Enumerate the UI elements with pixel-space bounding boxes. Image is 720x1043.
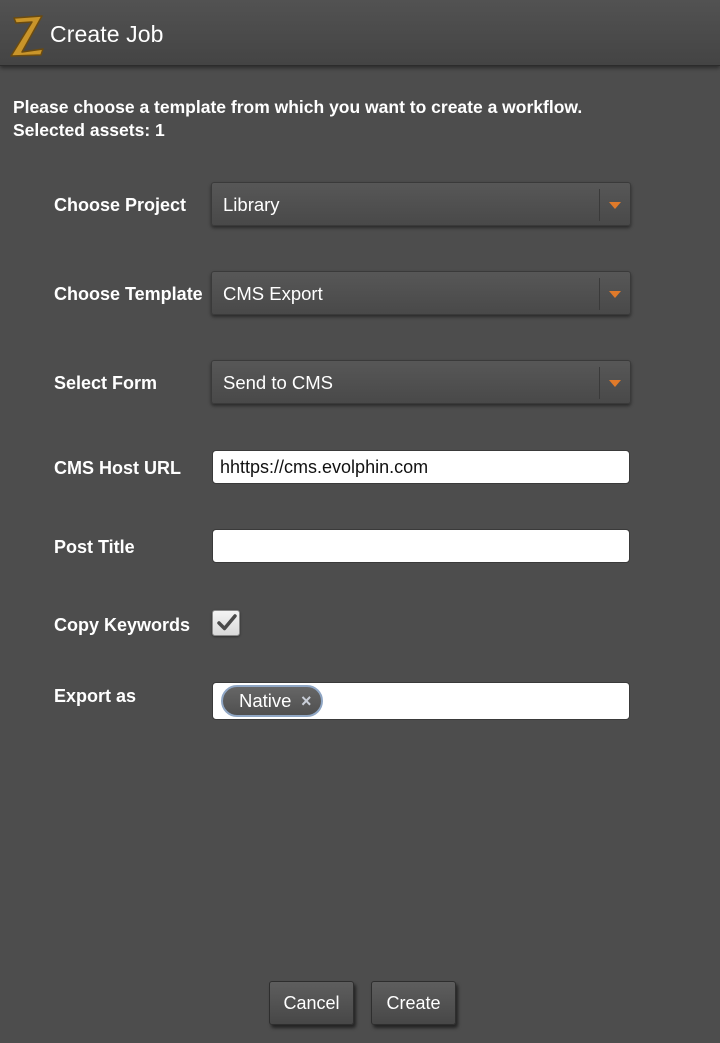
cms-host-url-label: CMS Host URL — [54, 458, 181, 478]
cms-host-url-input[interactable] — [212, 450, 630, 484]
choose-project-value: Library — [223, 194, 280, 215]
chevron-down-icon — [609, 202, 621, 209]
choose-template-value: CMS Export — [223, 283, 323, 304]
export-as-tag-field[interactable]: Native × — [212, 682, 630, 720]
choose-project-select[interactable]: Library — [211, 182, 631, 226]
checkmark-icon — [217, 614, 237, 631]
select-form-value: Send to CMS — [223, 372, 334, 393]
export-format-tag: Native × — [221, 685, 324, 717]
select-divider — [599, 367, 600, 399]
intro-instruction: Please choose a template from which you … — [13, 97, 583, 117]
select-divider — [599, 189, 600, 221]
chevron-down-icon — [609, 291, 621, 298]
select-form-select[interactable]: Send to CMS — [211, 360, 631, 404]
zoom-logo-icon — [10, 15, 44, 57]
close-icon[interactable]: × — [301, 687, 312, 715]
choose-template-select[interactable]: CMS Export — [211, 271, 631, 315]
export-as-label: Export as — [54, 686, 137, 706]
tag-label: Native — [239, 690, 292, 711]
copy-keywords-checkbox[interactable] — [212, 610, 240, 636]
cancel-button[interactable]: Cancel — [269, 981, 354, 1025]
post-title-label: Post Title — [54, 537, 135, 557]
window-title: Create Job — [50, 21, 164, 47]
choose-template-label: Choose Template — [54, 284, 203, 304]
intro-text: Please choose a template from which you … — [13, 96, 703, 142]
select-divider — [599, 278, 600, 310]
choose-project-label: Choose Project — [54, 195, 187, 215]
chevron-down-icon — [609, 380, 621, 387]
title-bar: Create Job — [0, 0, 720, 66]
post-title-input[interactable] — [212, 529, 630, 563]
copy-keywords-label: Copy Keywords — [54, 615, 191, 635]
select-form-label: Select Form — [54, 373, 158, 393]
create-button[interactable]: Create — [371, 981, 456, 1025]
selected-assets-count: Selected assets: 1 — [13, 120, 165, 140]
